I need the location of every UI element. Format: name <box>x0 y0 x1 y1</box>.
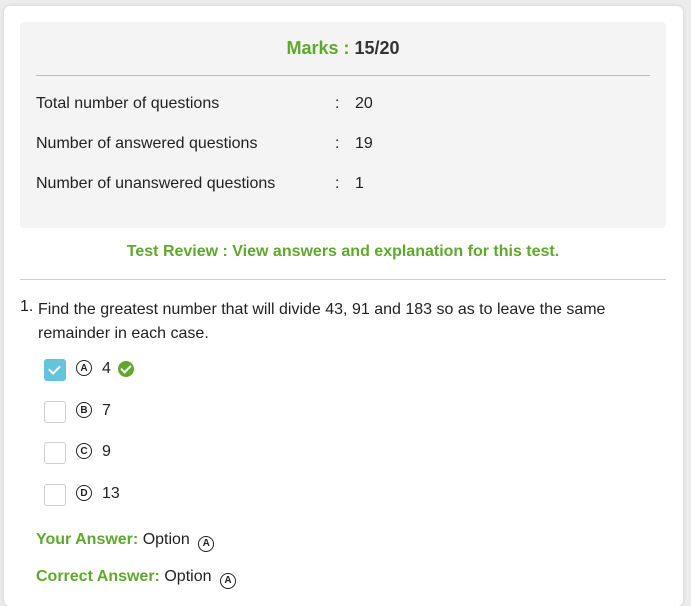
stat-colon: : <box>335 175 340 192</box>
option-c-text: 9 <box>102 443 111 460</box>
your-answer-text: Option <box>142 531 190 548</box>
stat-colon: : <box>335 135 340 152</box>
correct-check-icon <box>118 361 134 377</box>
correct-answer-letter-badge: A <box>219 573 236 589</box>
option-b-checkbox[interactable] <box>44 401 66 423</box>
option-a-letter-badge: A <box>76 360 92 376</box>
stat-value: 19 <box>355 135 373 152</box>
test-review-link[interactable]: Test Review : View answers and explanati… <box>0 243 686 261</box>
marks-value: 15/20 <box>354 38 400 58</box>
option-a-checkbox[interactable] <box>44 359 66 381</box>
stat-colon: : <box>335 95 340 112</box>
stat-label: Total number of questions <box>36 95 220 112</box>
stat-value: 1 <box>355 175 364 192</box>
stat-label: Number of unanswered questions <box>36 175 276 192</box>
checkmark-icon <box>48 362 61 375</box>
summary-divider <box>36 75 650 76</box>
option-b-text: 7 <box>102 402 111 419</box>
option-b-letter-badge: B <box>76 402 92 418</box>
marks-heading: Marks : 15/20 <box>20 38 666 59</box>
option-d-checkbox[interactable] <box>44 484 66 506</box>
your-answer-letter-badge: A <box>198 536 215 552</box>
marks-label: Marks : <box>286 38 350 58</box>
option-d-letter-badge: D <box>76 485 92 501</box>
correct-answer: Correct Answer: Option A <box>36 568 236 589</box>
option-d-text: 13 <box>102 485 120 502</box>
option-c-letter-badge: C <box>76 443 92 459</box>
option-a-text: 4 <box>102 360 111 377</box>
correct-answer-text: Option <box>164 568 212 585</box>
stat-value: 20 <box>355 95 373 112</box>
stat-label: Number of answered questions <box>36 135 258 152</box>
score-summary-panel: Marks : 15/20 Total number of questions … <box>20 22 666 228</box>
section-divider <box>20 279 666 280</box>
option-c-checkbox[interactable] <box>44 442 66 464</box>
question-text: Find the greatest number that will divid… <box>38 301 606 342</box>
correct-answer-label: Correct Answer: <box>36 568 160 585</box>
your-answer: Your Answer: Option A <box>36 531 215 552</box>
question-number: 1. <box>20 298 34 315</box>
your-answer-label: Your Answer: <box>36 531 139 548</box>
